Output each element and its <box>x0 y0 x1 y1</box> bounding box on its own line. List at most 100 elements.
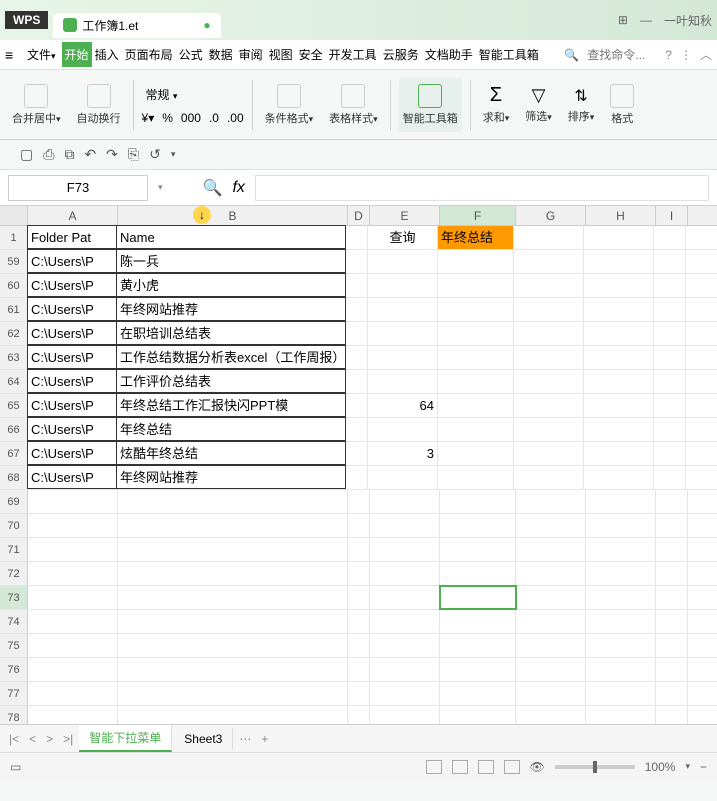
cell[interactable] <box>346 442 368 465</box>
cell[interactable] <box>118 658 348 681</box>
clipboard-icon[interactable]: ↺ <box>149 146 161 163</box>
view-normal-icon[interactable] <box>426 760 442 774</box>
cell[interactable] <box>370 538 440 561</box>
cell[interactable] <box>438 466 514 489</box>
cell[interactable] <box>656 538 688 561</box>
cell[interactable]: C:\Users\P <box>27 369 117 393</box>
cell[interactable] <box>654 322 686 345</box>
cell[interactable] <box>514 346 584 369</box>
cell[interactable] <box>346 346 368 369</box>
cell[interactable] <box>118 682 348 705</box>
col-header-a[interactable]: A <box>28 206 118 225</box>
format-button[interactable]: 格式 <box>606 84 638 126</box>
cell[interactable]: C:\Users\P <box>27 345 117 369</box>
cell[interactable] <box>368 466 438 489</box>
spreadsheet-grid[interactable]: ↓ A B D E F G H I 1Folder PatName查询年终总结5… <box>0 206 717 724</box>
cell[interactable]: 工作评价总结表 <box>116 369 346 393</box>
cell[interactable] <box>516 682 586 705</box>
row-header[interactable]: 78 <box>0 706 28 724</box>
cell[interactable] <box>346 394 368 417</box>
cell[interactable] <box>118 706 348 724</box>
cell[interactable] <box>28 658 118 681</box>
cell[interactable]: 年终总结 <box>116 417 346 441</box>
cell[interactable] <box>118 634 348 657</box>
row-header[interactable]: 72 <box>0 562 28 585</box>
cell[interactable] <box>656 562 688 585</box>
minimize-icon[interactable]: — <box>640 13 652 27</box>
zoom-level[interactable]: 100% <box>645 760 676 774</box>
cell[interactable] <box>440 682 516 705</box>
cell[interactable] <box>368 346 438 369</box>
cell[interactable] <box>514 250 584 273</box>
row-header[interactable]: 74 <box>0 610 28 633</box>
increase-decimal-icon[interactable]: .00 <box>227 111 244 125</box>
sum-button[interactable]: Σ 求和▾ <box>479 84 514 125</box>
cell[interactable] <box>368 418 438 441</box>
cell[interactable]: Folder Pat <box>27 225 117 249</box>
print-icon[interactable]: ⎙ <box>43 146 54 163</box>
cell[interactable] <box>586 538 656 561</box>
cell[interactable] <box>370 586 440 609</box>
cell[interactable] <box>584 466 654 489</box>
command-search-input[interactable] <box>587 48 657 62</box>
currency-icon[interactable]: ¥▾ <box>142 111 155 125</box>
cell[interactable] <box>438 298 514 321</box>
row-header[interactable]: 60 <box>0 274 28 297</box>
row-header[interactable]: 63 <box>0 346 28 369</box>
view-reading-icon[interactable] <box>504 760 520 774</box>
cell[interactable] <box>584 394 654 417</box>
tab-review[interactable]: 审阅 <box>236 42 266 67</box>
cell[interactable] <box>440 634 516 657</box>
sheet-first-icon[interactable]: |< <box>5 732 23 746</box>
decrease-decimal-icon[interactable]: .0 <box>209 111 219 125</box>
row-header[interactable]: 70 <box>0 514 28 537</box>
cell[interactable] <box>118 490 348 513</box>
col-header-f[interactable]: F <box>440 206 516 225</box>
conditional-format-button[interactable]: 条件格式▾ <box>261 84 318 126</box>
paste-icon[interactable]: ⎘ <box>128 146 139 163</box>
cell[interactable]: 年终网站推荐 <box>116 465 346 489</box>
cell[interactable] <box>440 610 516 633</box>
menu-file[interactable]: 文件▾ <box>23 44 60 65</box>
cell[interactable] <box>654 466 686 489</box>
cell[interactable] <box>516 706 586 724</box>
cell[interactable] <box>28 514 118 537</box>
cell[interactable] <box>370 706 440 724</box>
cell[interactable] <box>654 274 686 297</box>
merge-center-group[interactable]: 合并居中▾ <box>8 84 65 126</box>
cell[interactable] <box>348 514 370 537</box>
col-header-e[interactable]: E <box>370 206 440 225</box>
row-header[interactable]: 59 <box>0 250 28 273</box>
tab-formula[interactable]: 公式 <box>176 42 206 67</box>
cell[interactable] <box>346 418 368 441</box>
tab-start[interactable]: 开始 <box>62 42 92 67</box>
cell[interactable] <box>586 562 656 585</box>
cell[interactable] <box>28 562 118 585</box>
smart-toolbox-button[interactable]: 智能工具箱 <box>399 78 462 132</box>
col-header-g[interactable]: G <box>516 206 586 225</box>
cell[interactable]: 工作总结数据分析表excel（工作周报） <box>116 345 346 369</box>
tab-view[interactable]: 视图 <box>266 42 296 67</box>
cell[interactable]: C:\Users\P <box>27 273 117 297</box>
row-header[interactable]: 77 <box>0 682 28 705</box>
cell[interactable] <box>516 634 586 657</box>
cell[interactable] <box>370 514 440 537</box>
cell[interactable] <box>28 538 118 561</box>
sheet-prev-icon[interactable]: < <box>25 732 40 746</box>
percent-button[interactable]: % <box>162 111 173 125</box>
cell[interactable]: 64 <box>368 394 438 417</box>
cell[interactable] <box>584 418 654 441</box>
cell[interactable] <box>370 658 440 681</box>
cell[interactable] <box>514 274 584 297</box>
cell[interactable] <box>516 610 586 633</box>
layout-icon[interactable]: ⊞ <box>618 13 628 27</box>
select-all-corner[interactable] <box>0 206 28 225</box>
cell[interactable] <box>656 682 688 705</box>
cell[interactable] <box>586 490 656 513</box>
cell[interactable]: C:\Users\P <box>27 297 117 321</box>
tab-cloud[interactable]: 云服务 <box>380 42 422 67</box>
auto-wrap-group[interactable]: 自动换行 <box>73 84 125 126</box>
row-header[interactable]: 75 <box>0 634 28 657</box>
cell[interactable] <box>370 634 440 657</box>
cell[interactable] <box>654 250 686 273</box>
